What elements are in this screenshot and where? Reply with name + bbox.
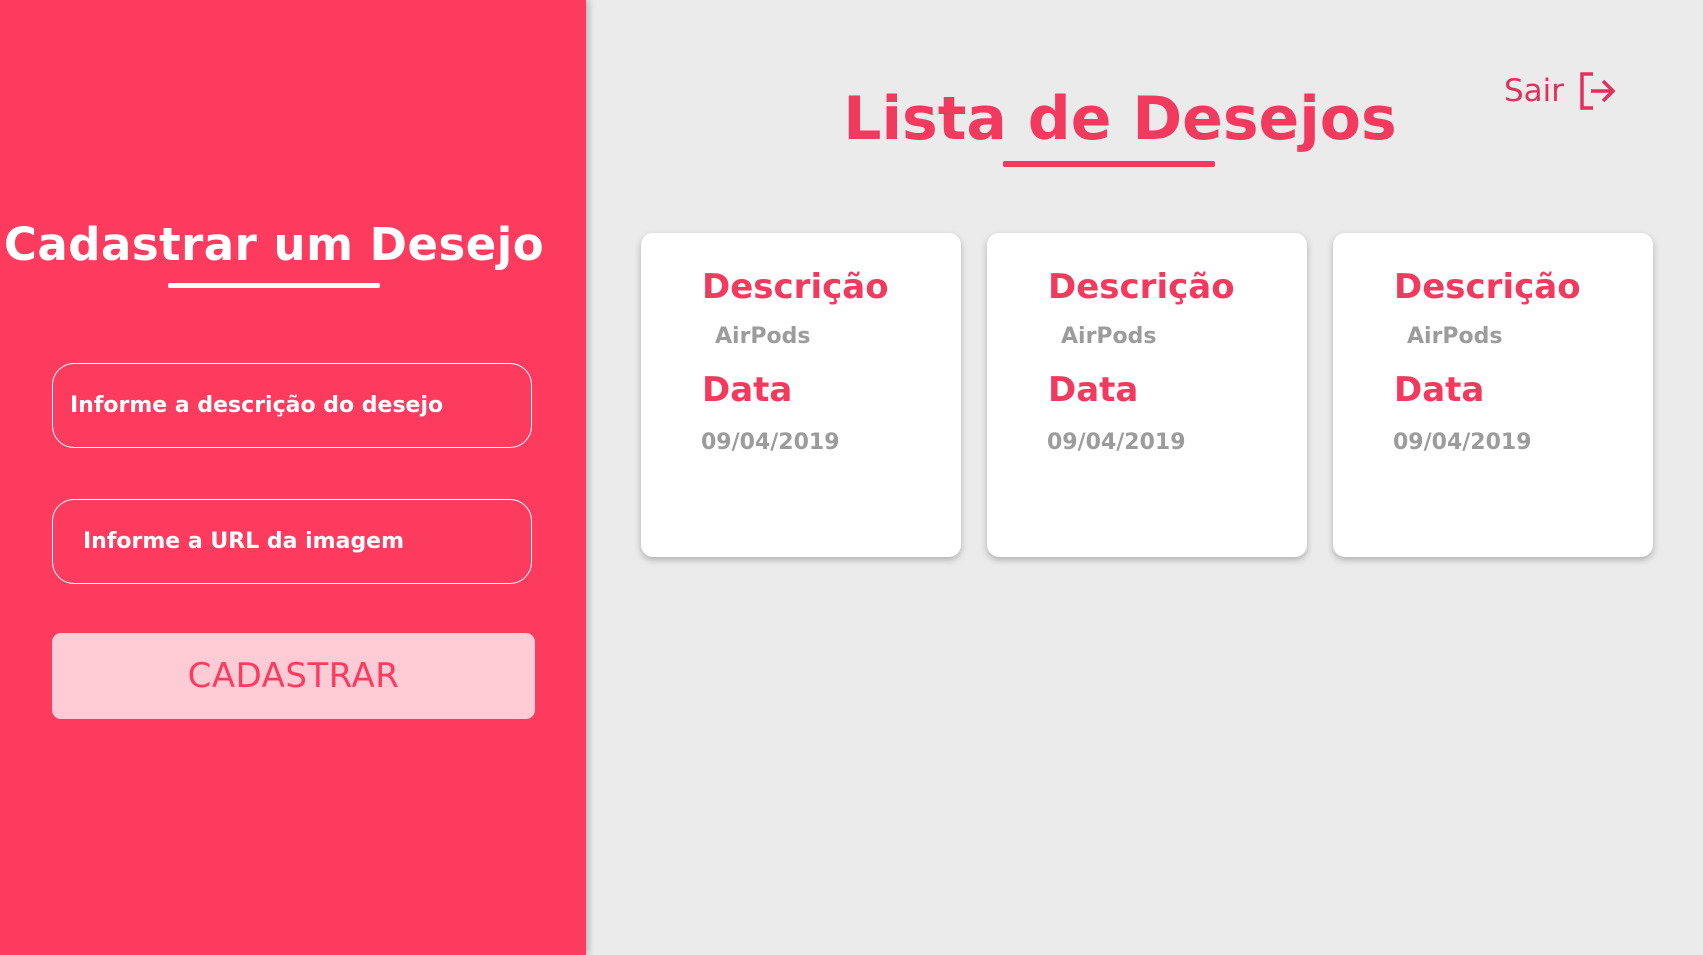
page: Cadastrar um Desejo Informe a descrição … <box>0 0 1703 955</box>
logout-icon <box>1580 72 1616 110</box>
wish-description-input[interactable]: Informe a descrição do desejo <box>52 363 532 448</box>
logout-label: Sair <box>1504 73 1565 109</box>
image-url-input[interactable]: Informe a URL da imagem <box>52 499 532 584</box>
card-description-label: Descrição <box>1394 267 1581 307</box>
wish-card: Descrição AirPods Data 09/04/2019 <box>987 233 1307 557</box>
logout-button[interactable]: Sair <box>1504 66 1618 116</box>
card-description-value: AirPods <box>1061 324 1157 349</box>
wish-card: Descrição AirPods Data 09/04/2019 <box>1333 233 1653 557</box>
card-date-label: Data <box>702 370 793 410</box>
card-description-value: AirPods <box>1407 324 1503 349</box>
card-description-value: AirPods <box>715 324 811 349</box>
register-button[interactable]: CADASTRAR <box>52 633 535 719</box>
card-date-label: Data <box>1048 370 1139 410</box>
wishlist-title-underline <box>1003 161 1215 167</box>
card-description-label: Descrição <box>1048 267 1235 307</box>
register-wish-panel: Cadastrar um Desejo Informe a descrição … <box>0 0 586 955</box>
card-date-value: 09/04/2019 <box>1047 430 1186 455</box>
card-description-label: Descrição <box>702 267 889 307</box>
wishlist-title: Lista de Desejos <box>843 84 1397 154</box>
card-date-value: 09/04/2019 <box>1393 430 1532 455</box>
register-title-underline <box>168 283 380 288</box>
card-date-label: Data <box>1394 370 1485 410</box>
register-wish-title: Cadastrar um Desejo <box>3 218 545 271</box>
wish-card: Descrição AirPods Data 09/04/2019 <box>641 233 961 557</box>
card-date-value: 09/04/2019 <box>701 430 840 455</box>
